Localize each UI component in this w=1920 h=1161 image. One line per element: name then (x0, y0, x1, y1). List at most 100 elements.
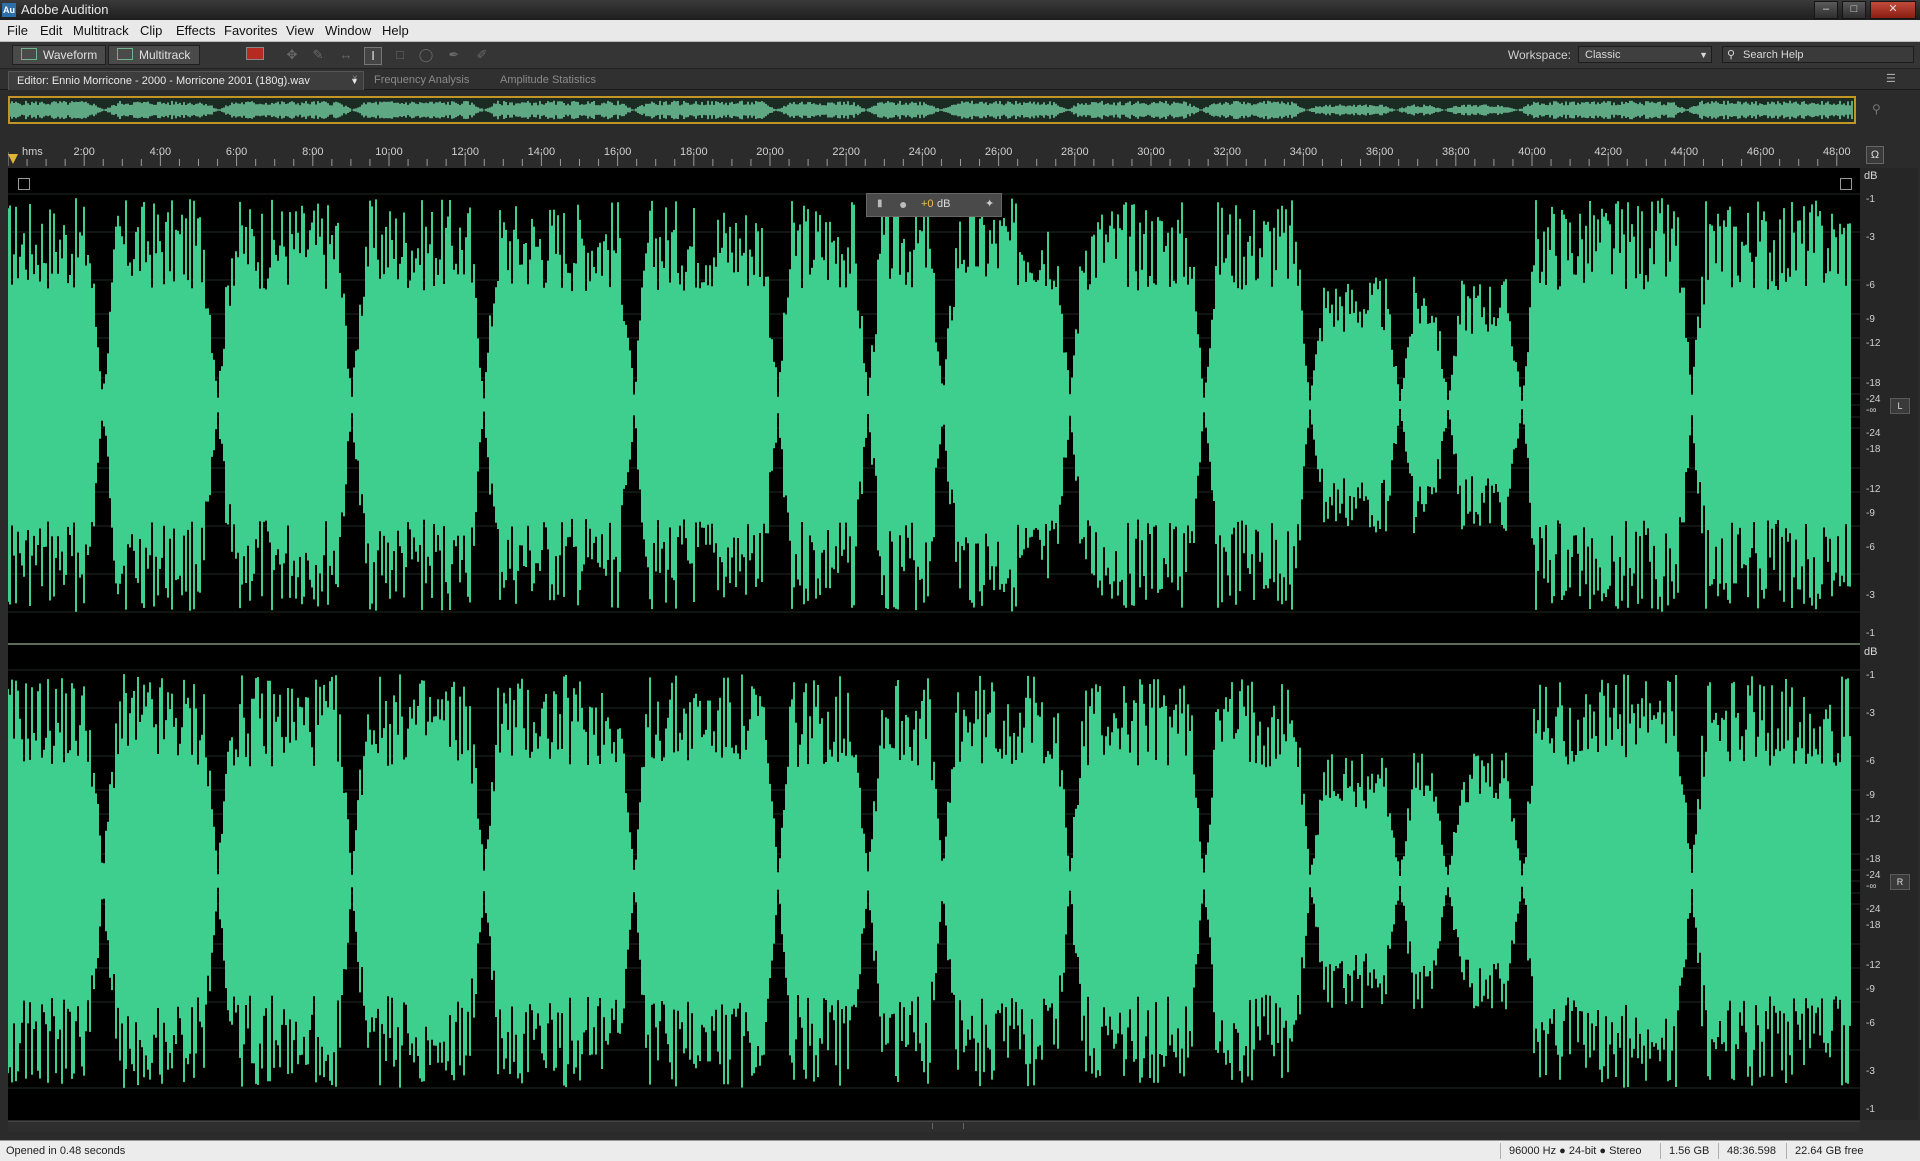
slip-tool-icon[interactable]: ↔ (338, 47, 354, 63)
spot-healing-tool-icon[interactable]: ✐ (474, 47, 490, 63)
expand-right-icon[interactable] (1840, 178, 1852, 190)
db-label: -9 (1866, 508, 1875, 519)
minimize-icon[interactable]: – (1814, 1, 1838, 19)
playhead-marker[interactable] (8, 154, 18, 164)
ruler-label: 38:00 (1442, 146, 1470, 158)
menu-effects[interactable]: Effects (176, 23, 216, 38)
ruler-label: 28:00 (1061, 146, 1089, 158)
db-label: -12 (1866, 814, 1881, 825)
ruler-label: 18:00 (680, 146, 708, 158)
brush-tool-icon[interactable]: ✒ (446, 47, 462, 63)
ruler-label: 46:00 (1746, 146, 1775, 158)
search-placeholder: Search Help (1743, 49, 1804, 61)
window-title: Adobe Audition (21, 2, 109, 17)
workspace-dropdown[interactable]: Classic ▼ (1578, 46, 1712, 63)
ruler-label: 48:00 (1823, 146, 1851, 158)
status-format: 96000 Hz ● 24-bit ● Stereo (1509, 1145, 1642, 1157)
db-scale: dB dB -1 -3 -6 -9 -12 -18 -24 -∞ -24 -18 -12 -9 -6 -3… (1860, 168, 1918, 1120)
ruler-label: 6:00 (225, 146, 248, 158)
db-label: -24 (1866, 394, 1881, 405)
db-label: -9 (1866, 790, 1875, 801)
maximize-icon[interactable]: □ (1842, 1, 1866, 19)
pin-icon[interactable]: ✦ (985, 197, 994, 210)
app-icon: Au (2, 3, 16, 17)
toolbar: Waveform Multitrack ✥ ✎ ↔ I □ ◯ ✒ ✐ Work… (0, 42, 1920, 69)
headphones-icon[interactable]: Ω (1866, 146, 1884, 164)
volume-knob-icon[interactable]: ● (899, 196, 907, 212)
chevron-down-icon: ▼ (1699, 50, 1708, 60)
marquee-tool-icon[interactable]: □ (392, 47, 408, 63)
db-label: -3 (1866, 590, 1875, 601)
ruler-label: 36:00 (1365, 146, 1394, 158)
menu-bar: File Edit Multitrack Clip Effects Favori… (0, 20, 1920, 42)
lasso-tool-icon[interactable]: ◯ (418, 47, 434, 63)
ruler-label: 40:00 (1518, 146, 1546, 158)
db-label: -6 (1866, 756, 1875, 767)
menu-edit[interactable]: Edit (40, 23, 62, 38)
razor-tool-icon[interactable]: ✎ (310, 47, 326, 63)
db-label: -24 (1866, 428, 1881, 439)
panel-menu-icon[interactable]: ☰ (1886, 72, 1896, 85)
ruler-label: 26:00 (984, 146, 1013, 158)
menu-help[interactable]: Help (382, 23, 409, 38)
db-label: -6 (1866, 280, 1875, 291)
status-file-size: 1.56 GB (1669, 1145, 1710, 1157)
time-ruler[interactable]: hms 2:00 4:00 6:00 8:00 10:00 12:00 14:00 16:00… (8, 142, 1860, 166)
ruler-label: 10:00 (375, 146, 403, 158)
waveform-channel (7, 674, 1851, 1088)
waveform-svg (7, 193, 1860, 1089)
right-channel-toggle[interactable]: R (1890, 874, 1910, 890)
scroll-grip-icon[interactable] (932, 1123, 964, 1129)
db-label: -3 (1866, 708, 1875, 719)
ruler-label: 22:00 (832, 146, 860, 158)
expand-left-icon[interactable] (18, 178, 30, 190)
tab-editor-label: Editor: Ennio Morricone - 2000 - Morrico… (17, 75, 310, 87)
workspace-label: Workspace: (1507, 48, 1571, 62)
divider (1660, 1143, 1661, 1159)
move-tool-icon[interactable]: ✥ (284, 47, 300, 63)
close-icon[interactable]: ✕ (1870, 1, 1916, 19)
hud-gain-unit: dB (937, 198, 951, 210)
tab-amplitude-statistics[interactable]: Amplitude Statistics (492, 71, 604, 89)
ruler-label: 24:00 (908, 146, 937, 158)
hud-gain-value[interactable]: +0 (921, 198, 934, 210)
close-tab-icon[interactable]: × (352, 73, 358, 84)
waveform-button[interactable]: Waveform (12, 45, 106, 65)
tab-frequency-analysis[interactable]: Frequency Analysis (366, 71, 477, 89)
status-bar: Opened in 0.48 seconds 96000 Hz ● 24-bit… (0, 1140, 1920, 1161)
tab-editor[interactable]: Editor: Ennio Morricone - 2000 - Morrico… (8, 71, 364, 90)
db-label: -1 (1866, 194, 1875, 205)
search-help-input[interactable]: ⚲ Search Help (1722, 46, 1914, 63)
db-heading-top: dB (1864, 170, 1878, 182)
db-label: -9 (1866, 314, 1875, 325)
title-bar: Au Adobe Audition – □ ✕ (0, 0, 1920, 20)
menu-clip[interactable]: Clip (140, 23, 162, 38)
multitrack-button[interactable]: Multitrack (108, 45, 200, 65)
record-icon[interactable] (246, 47, 264, 60)
menu-multitrack[interactable]: Multitrack (73, 23, 129, 38)
waveform-label: Waveform (43, 48, 98, 62)
multitrack-label: Multitrack (139, 48, 191, 62)
zoom-icon[interactable]: ⚲ (1872, 102, 1886, 116)
db-label: -∞ (1866, 405, 1877, 416)
menu-file[interactable]: File (7, 23, 28, 38)
waveform-display[interactable] (7, 168, 1860, 1120)
db-label: -18 (1866, 444, 1881, 455)
ruler-label: 30:00 (1137, 146, 1165, 158)
horizontal-scrollbar[interactable] (8, 1121, 1860, 1132)
menu-view[interactable]: View (286, 23, 314, 38)
time-selection-tool-icon[interactable]: I (364, 47, 382, 65)
db-label: -6 (1866, 542, 1875, 553)
overview-strip[interactable] (8, 96, 1856, 124)
db-label: -18 (1866, 378, 1881, 389)
db-label: -12 (1866, 484, 1881, 495)
menu-window[interactable]: Window (325, 23, 371, 38)
volume-hud[interactable]: ▮ ● +0 dB ✦ (866, 193, 1002, 217)
left-channel-toggle[interactable]: L (1890, 398, 1910, 414)
ruler-label: 2:00 (73, 146, 95, 158)
menu-favorites[interactable]: Favorites (224, 23, 277, 38)
db-label: -1 (1866, 1104, 1875, 1115)
db-label: -1 (1866, 628, 1875, 639)
db-label: -1 (1866, 670, 1875, 681)
ruler-label: 42:00 (1594, 146, 1622, 158)
